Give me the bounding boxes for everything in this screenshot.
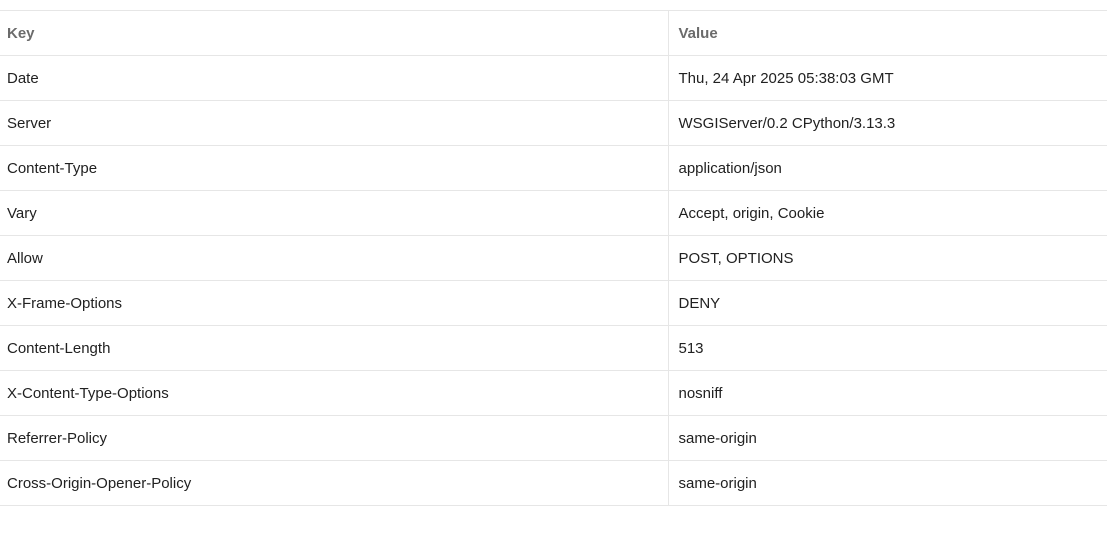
table-row: Referrer-Policy same-origin [0, 415, 1107, 461]
value-column-header: Value [667, 10, 1107, 56]
header-key: Referrer-Policy [0, 415, 668, 461]
header-key: Content-Type [0, 145, 668, 191]
table-row: X-Frame-Options DENY [0, 280, 1107, 326]
table-row: Server WSGIServer/0.2 CPython/3.13.3 [0, 100, 1107, 146]
header-value: nosniff [667, 370, 1107, 416]
table-row: Date Thu, 24 Apr 2025 05:38:03 GMT [0, 55, 1107, 101]
header-key: Vary [0, 190, 668, 236]
table-header-row: Key Value [0, 10, 1107, 56]
header-key: Allow [0, 235, 668, 281]
header-value: application/json [667, 145, 1107, 191]
response-headers-panel: Key Value Date Thu, 24 Apr 2025 05:38:03… [0, 0, 1107, 558]
header-key: X-Content-Type-Options [0, 370, 668, 416]
response-headers-table: Key Value Date Thu, 24 Apr 2025 05:38:03… [0, 10, 1107, 506]
header-value: POST, OPTIONS [667, 235, 1107, 281]
key-column-header: Key [0, 10, 668, 56]
header-value: 513 [667, 325, 1107, 371]
header-key: Server [0, 100, 668, 146]
header-key: Cross-Origin-Opener-Policy [0, 460, 668, 506]
header-value: same-origin [667, 415, 1107, 461]
header-key: X-Frame-Options [0, 280, 668, 326]
header-value: WSGIServer/0.2 CPython/3.13.3 [667, 100, 1107, 146]
header-value: Thu, 24 Apr 2025 05:38:03 GMT [667, 55, 1107, 101]
table-row: Content-Length 513 [0, 325, 1107, 371]
header-key: Date [0, 55, 668, 101]
header-key: Content-Length [0, 325, 668, 371]
header-value: Accept, origin, Cookie [667, 190, 1107, 236]
table-row: Allow POST, OPTIONS [0, 235, 1107, 281]
table-row: X-Content-Type-Options nosniff [0, 370, 1107, 416]
header-value: DENY [667, 280, 1107, 326]
table-row: Vary Accept, origin, Cookie [0, 190, 1107, 236]
table-row: Cross-Origin-Opener-Policy same-origin [0, 460, 1107, 506]
header-value: same-origin [667, 460, 1107, 506]
table-row: Content-Type application/json [0, 145, 1107, 191]
